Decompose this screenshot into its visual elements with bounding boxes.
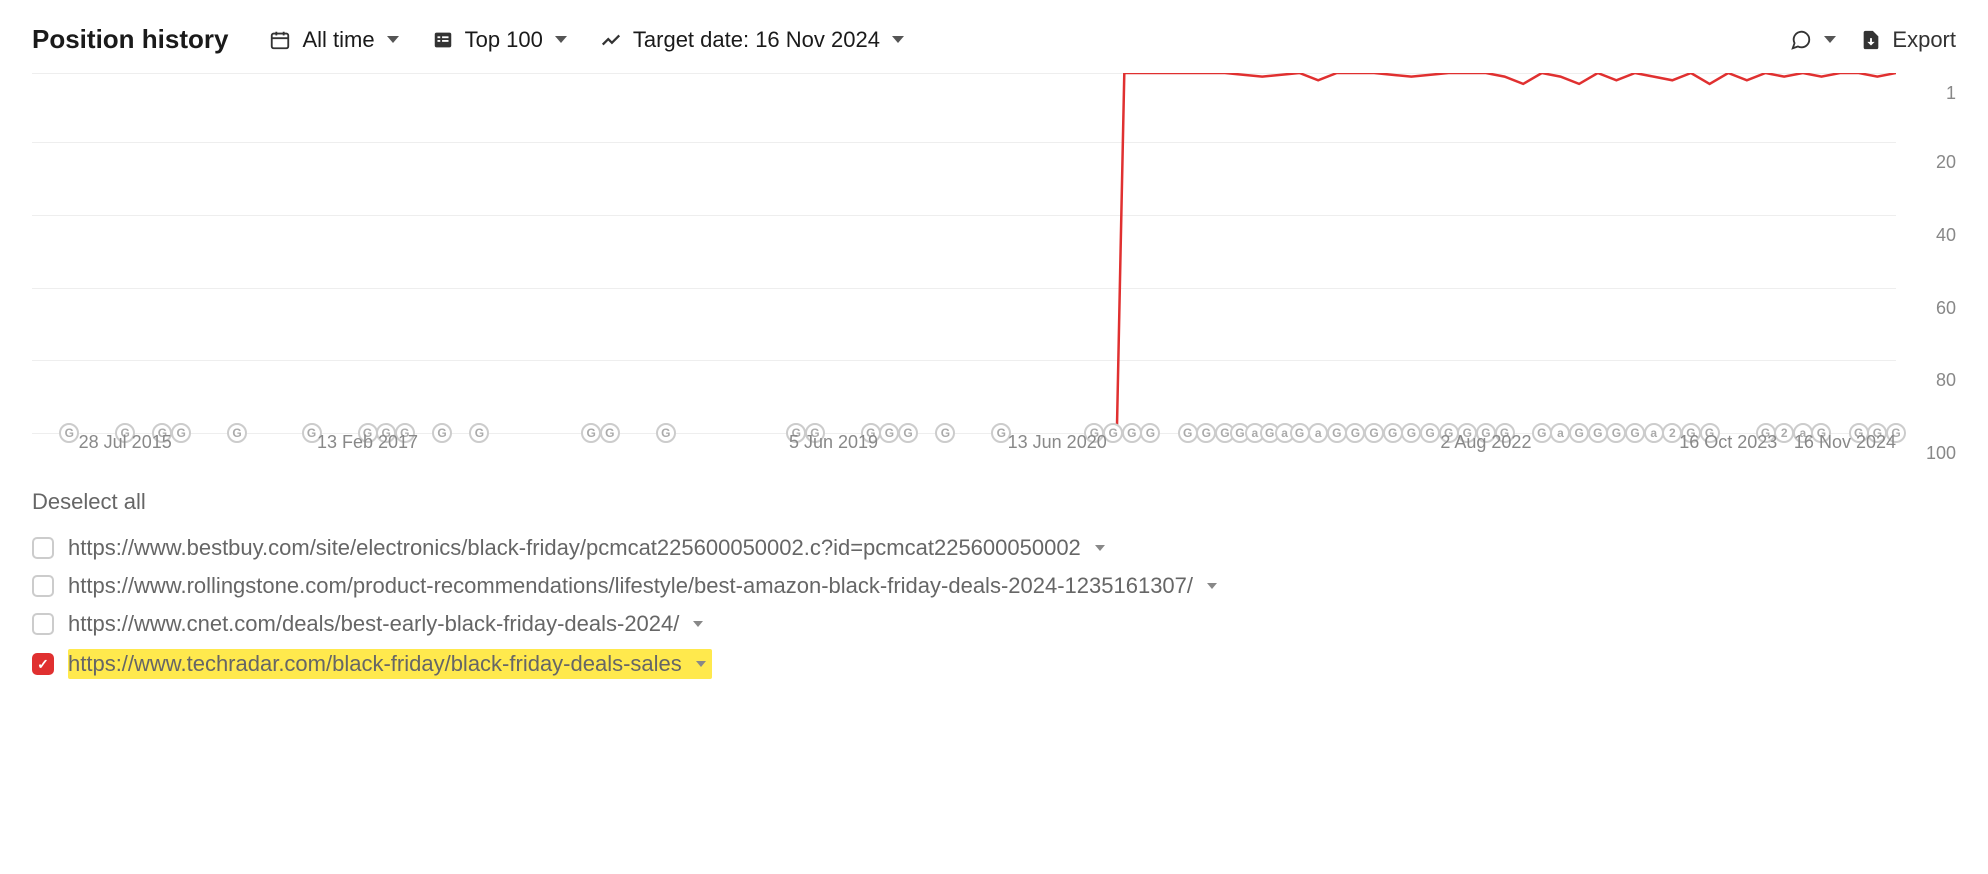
x-tick: 28 Jul 2015: [79, 432, 172, 453]
chevron-down-icon: [555, 36, 567, 43]
chart-markers: GGGGGGGGGGGGGGGGGGGGGGGGGGGGGaGaGaGGGGGG…: [32, 73, 1896, 433]
time-range-dropdown[interactable]: All time: [268, 27, 398, 53]
chart-container: GGGGGGGGGGGGGGGGGGGGGGGGGGGGGaGaGaGGGGGG…: [32, 73, 1956, 453]
x-tick: 2 Aug 2022: [1440, 432, 1531, 453]
chevron-down-icon[interactable]: [1207, 583, 1217, 589]
legend-checkbox[interactable]: [32, 537, 54, 559]
x-tick: 13 Feb 2017: [317, 432, 418, 453]
legend-checkbox[interactable]: [32, 653, 54, 675]
y-tick: 20: [1900, 152, 1956, 173]
export-button[interactable]: Export: [1860, 27, 1956, 53]
x-axis: 28 Jul 2015 13 Feb 2017 5 Jun 2019 13 Jun 2…: [32, 425, 1896, 453]
legend-item: https://www.rollingstone.com/product-rec…: [32, 567, 1956, 605]
chevron-down-icon[interactable]: [1095, 545, 1105, 551]
chevron-down-icon: [892, 36, 904, 43]
calendar-icon: [268, 28, 292, 52]
chevron-down-icon[interactable]: [693, 621, 703, 627]
legend-url[interactable]: https://www.bestbuy.com/site/electronics…: [68, 535, 1081, 561]
y-tick: 1: [1900, 83, 1956, 104]
legend-url[interactable]: https://www.techradar.com/black-friday/b…: [68, 651, 682, 677]
legend-checkbox[interactable]: [32, 613, 54, 635]
legend-url[interactable]: https://www.rollingstone.com/product-rec…: [68, 573, 1193, 599]
chevron-down-icon: [1824, 36, 1836, 43]
y-tick: 80: [1900, 370, 1956, 391]
export-group: Export: [1790, 27, 1956, 53]
toolbar: Position history All time Top 100 Target…: [32, 24, 1956, 55]
top-n-label: Top 100: [465, 27, 543, 53]
legend-url[interactable]: https://www.cnet.com/deals/best-early-bl…: [68, 611, 679, 637]
legend-checkbox[interactable]: [32, 575, 54, 597]
legend-item: https://www.bestbuy.com/site/electronics…: [32, 529, 1956, 567]
y-axis: 120406080100: [1900, 73, 1956, 453]
speech-bubble-icon: [1790, 29, 1812, 51]
legend-item: https://www.techradar.com/black-friday/b…: [32, 643, 1956, 685]
position-chart[interactable]: GGGGGGGGGGGGGGGGGGGGGGGGGGGGGaGaGaGGGGGG…: [32, 73, 1956, 453]
target-date-label: Target date: 16 Nov 2024: [633, 27, 880, 53]
trend-icon: [599, 28, 623, 52]
y-tick: 100: [1900, 443, 1956, 464]
x-tick: 5 Jun 2019: [789, 432, 878, 453]
y-tick: 60: [1900, 298, 1956, 319]
x-tick: 16 Nov 2024: [1794, 432, 1896, 453]
chevron-down-icon: [387, 36, 399, 43]
time-range-label: All time: [302, 27, 374, 53]
export-label: Export: [1892, 27, 1956, 53]
legend-item: https://www.cnet.com/deals/best-early-bl…: [32, 605, 1956, 643]
list-icon: [431, 28, 455, 52]
chevron-down-icon[interactable]: [696, 661, 706, 667]
deselect-all-button[interactable]: Deselect all: [32, 489, 1956, 515]
notes-dropdown[interactable]: [1790, 29, 1836, 51]
x-tick: 16 Oct 2023: [1679, 432, 1777, 453]
page-title: Position history: [32, 24, 228, 55]
download-icon: [1860, 29, 1882, 51]
x-tick: 13 Jun 2020: [1008, 432, 1107, 453]
y-tick: 40: [1900, 225, 1956, 246]
top-n-dropdown[interactable]: Top 100: [431, 27, 567, 53]
legend: Deselect all https://www.bestbuy.com/sit…: [32, 489, 1956, 685]
target-date-dropdown[interactable]: Target date: 16 Nov 2024: [599, 27, 904, 53]
